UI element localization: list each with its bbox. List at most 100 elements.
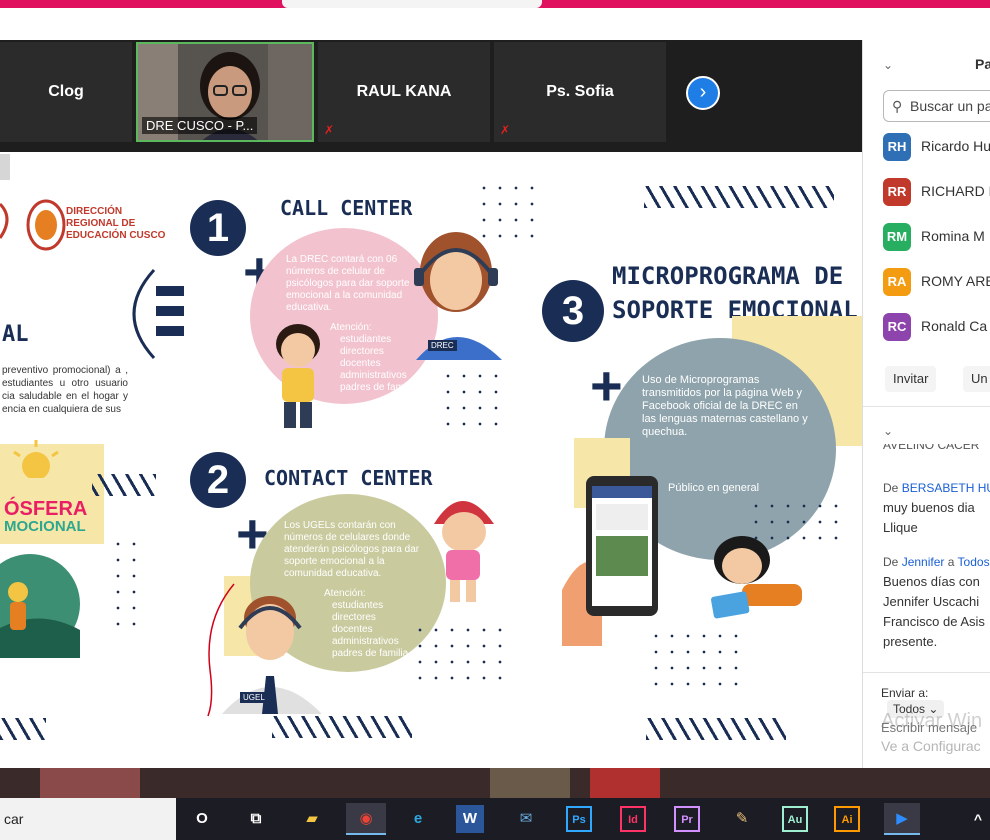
contact-center-list: estudiantes directores docentes administ… — [332, 600, 412, 660]
dots-decor — [476, 180, 546, 244]
chat-cut-text: AVELINO CACER — [883, 444, 980, 452]
dots-decor — [648, 628, 748, 698]
word-icon[interactable]: W — [456, 805, 484, 833]
microprograma-body: Uso de Microprogramas transmitidos por l… — [642, 374, 808, 438]
audition-icon[interactable]: Au — [782, 806, 808, 832]
search-icon: ⚲ — [892, 98, 903, 114]
chat-message-header: De Jennifer a Todos — [883, 552, 990, 572]
participant-row[interactable]: RC Ronald Ca — [883, 311, 990, 342]
audience-label: Público en general — [668, 482, 760, 494]
indesign-icon[interactable]: Id — [620, 806, 646, 832]
red-annotation-stroke — [207, 583, 235, 717]
video-tile-ps-sofia[interactable]: Ps. Sofia ✗ — [494, 42, 666, 142]
drec-badge: DREC — [428, 340, 457, 351]
from-prefix: De — [883, 481, 899, 495]
chevron-down-icon[interactable]: ⌄ — [883, 424, 893, 438]
boy-phone-illustration — [276, 324, 320, 428]
plus-icon: + — [590, 354, 623, 417]
unmute-all-button[interactable]: Un — [963, 366, 990, 392]
shared-screen-slide: DIRECCIÓN REGIONAL DE EDUCACIÓN CUSCO AL… — [0, 152, 862, 768]
chrome-icon[interactable]: ◉ — [346, 803, 386, 835]
peek-block — [40, 768, 140, 798]
illustrator-icon[interactable]: Ai — [834, 806, 860, 832]
contact-center-body: Los UGELs contarán con números de celula… — [284, 520, 420, 579]
recipient-link[interactable]: Todos — [958, 555, 990, 569]
left-partial-title: AL — [2, 322, 29, 347]
edge-icon[interactable]: e — [402, 803, 434, 835]
chat-message: De Jennifer a Todos Buenos días con Jenn… — [883, 552, 990, 652]
invite-button[interactable]: Invitar — [885, 366, 937, 392]
chat-message: De BERSABETH HU muy buenos dia Llique — [883, 478, 990, 538]
participant-name: Clog — [48, 83, 84, 100]
list-item: administrativos — [332, 636, 399, 647]
avatar: RR — [883, 178, 911, 207]
activate-windows-subtext: Ve a Configurac — [881, 738, 981, 754]
chat-cut-line: AVELINO CACER — [883, 444, 990, 458]
ugel-badge: UGEL — [240, 692, 268, 703]
hand-phone-illustration — [562, 476, 658, 646]
participant-name: ROMY ARE — [921, 273, 990, 289]
hatch-decor — [272, 716, 412, 738]
participant-name: Ricardo Hu — [921, 138, 990, 154]
peek-block — [590, 768, 660, 798]
girl-tablet-illustration — [711, 536, 802, 619]
big-bracket-icon — [132, 268, 184, 360]
file-explorer-icon[interactable]: ▰ — [296, 803, 328, 835]
list-item: docentes — [332, 624, 373, 635]
video-tile-raul-kana[interactable]: RAUL KANA ✗ — [318, 42, 490, 142]
cortana-icon[interactable]: O — [186, 803, 218, 835]
hatch-decor — [646, 718, 786, 740]
premiere-icon[interactable]: Pr — [674, 806, 700, 832]
list-item: padres de familia — [332, 648, 409, 659]
microprograma-title-1: MICROPROGRAMA DE — [612, 262, 844, 290]
from-prefix: De — [883, 555, 899, 569]
video-tile-clog[interactable]: Clog — [0, 42, 132, 142]
participant-row[interactable]: RH Ricardo Hu — [883, 131, 990, 162]
call-center-title: CALL CENTER — [280, 196, 413, 220]
sun-icon — [13, 440, 59, 478]
browser-top-bar — [0, 0, 990, 8]
participant-row[interactable]: RM Romina M — [883, 221, 990, 252]
next-page-button[interactable]: › — [686, 76, 720, 110]
participant-row[interactable]: RA ROMY ARE — [883, 266, 990, 297]
divider — [863, 406, 990, 407]
avatar: RC — [883, 313, 911, 342]
participant-name: Ronald Ca — [921, 318, 988, 334]
taskbar-search-box[interactable]: car — [0, 798, 176, 840]
muted-mic-icon: ✗ — [500, 123, 511, 137]
list-item: estudiantes — [332, 600, 384, 611]
participant-search-input[interactable]: ⚲ Buscar un pa — [883, 90, 990, 122]
left-bottom-title-2: MOCIONAL — [4, 518, 86, 535]
sender-link[interactable]: BERSABETH HU — [902, 481, 990, 495]
girl-hat-illustration — [434, 501, 494, 602]
chat-message-text: muy buenos dia Llique — [883, 500, 975, 535]
logo-text: DIRECCIÓN REGIONAL DE EDUCACIÓN CUSCO — [66, 206, 166, 241]
avatar: RM — [883, 223, 911, 252]
call-center-atencion: Atención: — [330, 322, 372, 333]
activate-windows-watermark: Activar Win — [881, 710, 983, 732]
step-1-badge: 1 — [190, 200, 246, 256]
chevron-up-icon[interactable]: ^ — [962, 803, 990, 835]
chevron-down-icon[interactable]: ⌄ — [883, 58, 893, 72]
search-placeholder: Buscar un pa — [910, 98, 990, 114]
sender-link[interactable]: Jennifer — [902, 555, 945, 569]
contact-center-atencion: Atención: — [324, 588, 366, 599]
video-tile-active-speaker[interactable]: DRE CUSCO - P... — [136, 42, 314, 142]
contact-center-title: CONTACT CENTER — [264, 466, 433, 490]
step-2-badge: 2 — [190, 452, 246, 508]
mail-icon[interactable]: ✉ — [510, 803, 542, 835]
avatar: RA — [883, 268, 911, 297]
chevrons-decor — [92, 474, 156, 496]
dots-decor — [110, 536, 140, 636]
task-view-icon[interactable]: ⧉ — [240, 803, 272, 835]
participant-row[interactable]: RR RICHARD F — [883, 176, 990, 207]
peek-block — [490, 768, 570, 798]
zoom-icon[interactable]: ▶ — [884, 803, 920, 835]
paint-icon[interactable]: ✎ — [726, 803, 758, 835]
photoshop-icon[interactable]: Ps — [566, 806, 592, 832]
list-item: administrativos — [340, 370, 407, 381]
top-gap — [0, 8, 862, 40]
tab-handle[interactable] — [282, 0, 542, 8]
divider — [863, 672, 990, 673]
muted-mic-icon: ✗ — [324, 123, 335, 137]
